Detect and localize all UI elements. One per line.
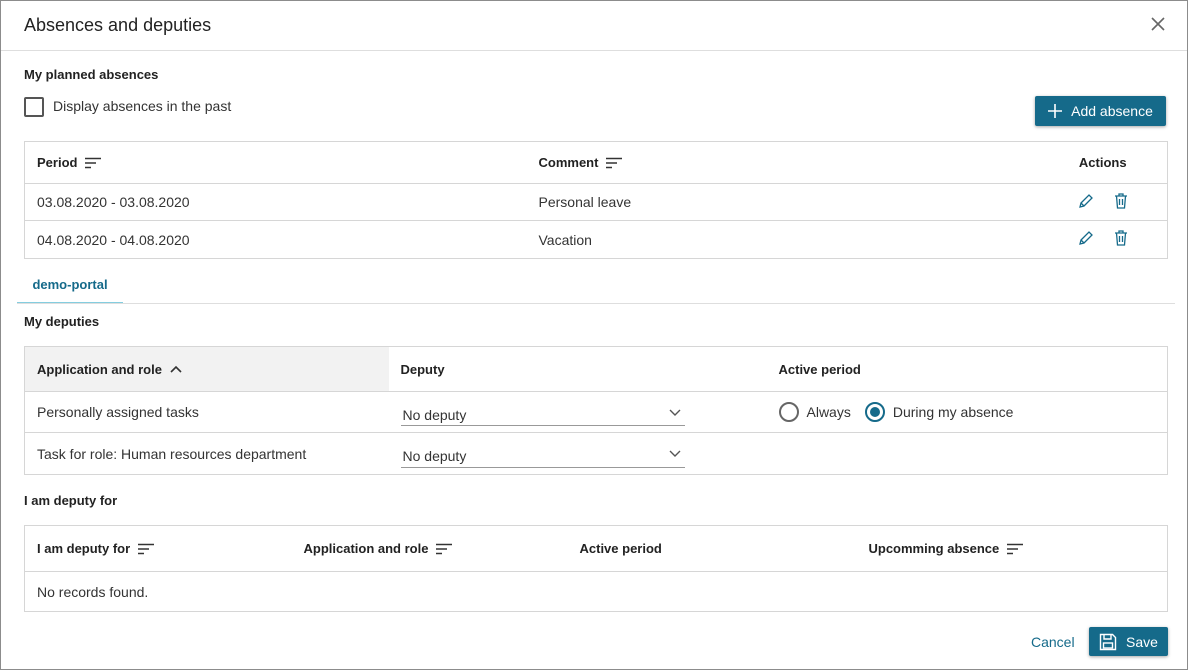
sort-icon[interactable] — [1007, 543, 1024, 555]
app-role-cell: Task for role: Human resources departmen… — [37, 445, 307, 462]
display-past-checkbox[interactable] — [24, 97, 44, 117]
upcoming-absence-header-label: Upcomming absence — [868, 541, 1000, 556]
deputy-select-value: No deputy — [402, 406, 467, 423]
active-period-cell: Always During my absence — [766, 391, 1168, 433]
sort-icon[interactable] — [85, 157, 102, 169]
period-cell: 04.08.2020 - 04.08.2020 — [37, 231, 190, 248]
tab-demo-portal[interactable]: demo-portal — [17, 267, 123, 304]
radio-always[interactable] — [778, 402, 799, 422]
deputy-cell: No deputy — [389, 433, 767, 475]
planned-absences-table: Period Comment Actions 03.08.2020 - 03.0… — [24, 141, 1168, 259]
display-past-label: Display absences in the past — [53, 98, 232, 114]
pencil-icon[interactable] — [1078, 193, 1094, 212]
table-row: Task for role: Human resources departmen… — [25, 433, 1168, 475]
deputy-select[interactable]: No deputy — [400, 445, 685, 468]
comment-cell: Personal leave — [526, 183, 1039, 221]
add-absence-button[interactable]: Add absence — [1035, 96, 1166, 126]
deputies-table: Application and role Deputy Active perio… — [24, 346, 1168, 475]
trash-icon[interactable] — [1114, 230, 1128, 249]
actions-column-header: Actions — [1038, 141, 1168, 184]
planned-absences-title: My planned absences — [24, 67, 159, 82]
active-period-column-header: Active period — [567, 525, 857, 572]
absences-dialog: Absences and deputies My planned absence… — [0, 0, 1188, 670]
save-icon — [1099, 633, 1117, 651]
pencil-icon[interactable] — [1078, 230, 1094, 249]
upcoming-absence-column-header[interactable]: Upcomming absence — [856, 525, 1168, 572]
actions-cell — [1039, 221, 1168, 259]
tab-divider — [17, 303, 1175, 304]
radio-during-absence-label: During my absence — [892, 404, 1014, 420]
deputy-for-column-header[interactable]: I am deputy for — [24, 525, 292, 572]
save-button[interactable]: Save — [1089, 627, 1168, 656]
deputy-cell: No deputy — [388, 391, 767, 433]
active-period-radio-group: Always During my absence — [778, 402, 1156, 422]
deputy-column-header: Deputy — [388, 346, 767, 392]
comment-header-label: Comment — [538, 155, 599, 170]
close-icon[interactable] — [1149, 15, 1167, 33]
app-role-header-label: Application and role — [37, 361, 162, 377]
plus-icon — [1048, 104, 1063, 118]
comment-column-header[interactable]: Comment — [526, 141, 1039, 184]
radio-always-label: Always — [806, 404, 851, 420]
comment-cell: Vacation — [538, 231, 592, 248]
deputy-for-header-label: I am deputy for — [37, 541, 131, 556]
empty-message: No records found. — [37, 583, 149, 600]
radio-during-absence[interactable] — [864, 402, 885, 422]
app-role-column-header[interactable]: Application and role — [24, 346, 389, 392]
period-column-header[interactable]: Period — [24, 141, 527, 184]
dialog-title: Absences and deputies — [24, 15, 212, 35]
save-label: Save — [1126, 633, 1158, 650]
sort-icon[interactable] — [606, 157, 623, 169]
app-role-column-header[interactable]: Application and role — [291, 525, 568, 572]
my-deputies-title: My deputies — [24, 314, 100, 329]
deputy-select[interactable]: No deputy — [400, 404, 685, 426]
app-role-cell: Personally assigned tasks — [24, 391, 389, 433]
active-period-column-header: Active period — [766, 346, 1168, 392]
actions-cell — [1038, 183, 1168, 221]
chevron-down-icon — [669, 445, 681, 461]
chevron-down-icon — [669, 404, 681, 420]
table-header-row: Period Comment Actions — [24, 141, 1168, 184]
add-absence-label: Add absence — [1071, 103, 1153, 119]
active-period-cell — [767, 433, 1168, 475]
cancel-button[interactable]: Cancel — [1031, 634, 1075, 650]
deputy-for-title: I am deputy for — [24, 493, 118, 508]
table-row: Personally assigned tasks No deputy Alwa… — [24, 391, 1168, 433]
display-past-checkbox-row[interactable]: Display absences in the past — [24, 97, 231, 117]
table-row: 04.08.2020 - 04.08.2020 Vacation — [25, 221, 1168, 259]
dialog-header: Absences and deputies — [1, 1, 1187, 51]
sort-icon[interactable] — [138, 543, 155, 555]
app-role-header-label: Application and role — [303, 541, 429, 556]
table-row: 03.08.2020 - 03.08.2020 Personal leave — [24, 183, 1168, 221]
deputy-select-value: No deputy — [402, 448, 467, 464]
table-header-row: I am deputy for Application and role Act… — [24, 525, 1168, 572]
sort-icon[interactable] — [436, 543, 453, 555]
period-cell: 03.08.2020 - 03.08.2020 — [24, 183, 527, 221]
table-row: No records found. — [25, 572, 1168, 612]
trash-icon[interactable] — [1114, 192, 1128, 212]
deputy-for-table: I am deputy for Application and role Act… — [24, 525, 1168, 612]
chevron-up-icon[interactable] — [170, 365, 182, 373]
table-header-row: Application and role Deputy Active perio… — [24, 346, 1168, 392]
period-header-label: Period — [37, 155, 78, 170]
